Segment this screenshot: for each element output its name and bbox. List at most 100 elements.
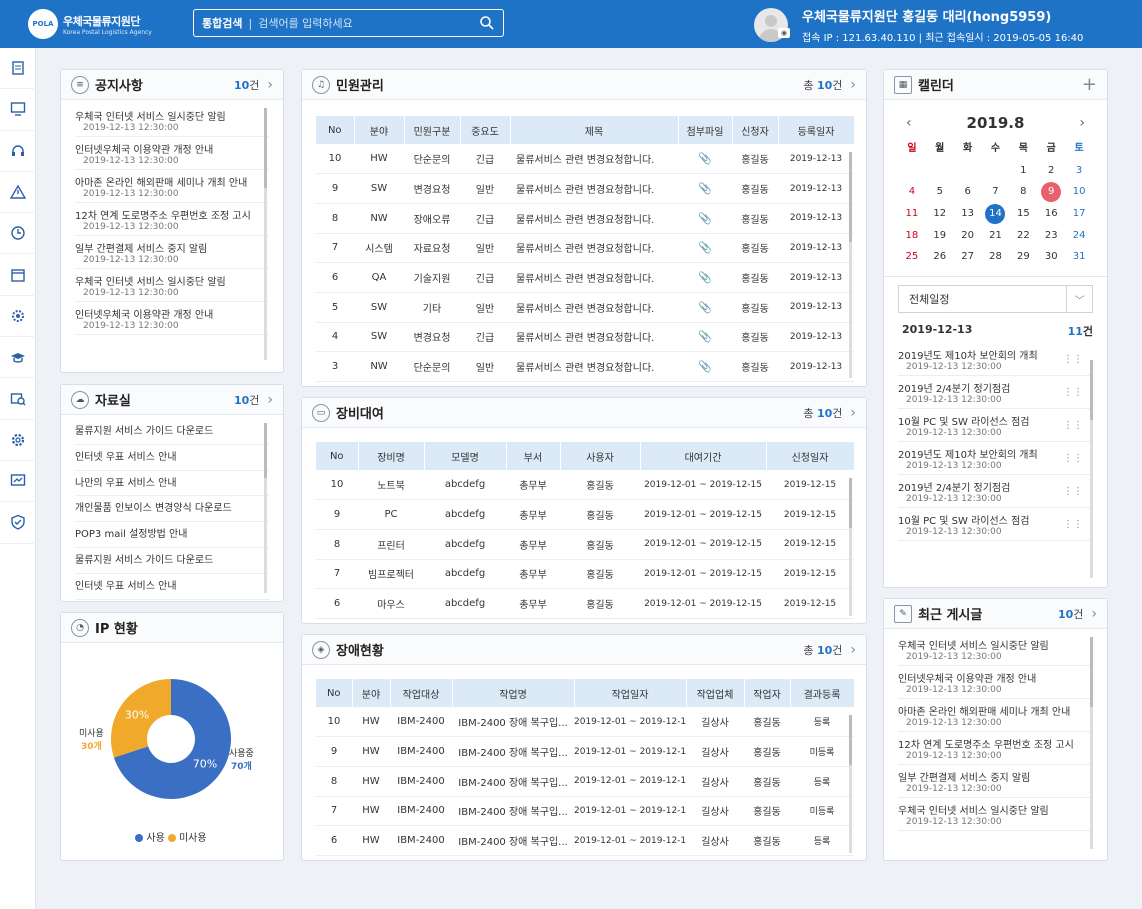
headset-icon[interactable] bbox=[0, 131, 36, 172]
library-item[interactable]: 인터넷 우표 서비스 안내 bbox=[75, 445, 269, 471]
clock-icon[interactable] bbox=[0, 213, 36, 255]
notice-item[interactable]: 우체국 인터넷 서비스 일시중단 알림 2019-12-13 12:30:00 bbox=[75, 104, 269, 137]
scrollbar[interactable] bbox=[849, 478, 852, 616]
column-header[interactable]: 대여기간 bbox=[640, 442, 767, 470]
table-row[interactable]: 7 시스템 자료요청 일반 물류서비스 관련 변경요청합니다. 📎 홍길동 2019-12-1… bbox=[316, 233, 854, 264]
notice-item[interactable]: 12차 연계 도로명주소 우편번호 조정 고시 2019-12-13 12:30:… bbox=[75, 203, 269, 236]
schedule-item[interactable]: 10월 PC 및 SW 라이선스 점검 2019-12-13 12:30:00 ⋮⋮ bbox=[898, 508, 1093, 542]
chevron-right-icon[interactable]: › bbox=[850, 642, 856, 658]
attachment-cell[interactable]: 📎 bbox=[678, 322, 732, 353]
attachment-cell[interactable]: 📎 bbox=[678, 262, 732, 293]
search-bar[interactable]: 통합검색 | 검색어를 입력하세요 bbox=[193, 9, 504, 37]
prev-month-button[interactable]: ‹ bbox=[906, 115, 912, 131]
table-row[interactable]: 6 마우스 abcdefg 총무부 홍길동 2019-12-01 ~ 2019-12-15… bbox=[316, 588, 854, 619]
column-header[interactable]: No bbox=[316, 442, 359, 470]
library-item[interactable]: 개인물품 인보이스 변경양식 다운로드 bbox=[75, 496, 269, 523]
column-header[interactable]: 민원구분 bbox=[404, 116, 461, 144]
calendar-day[interactable]: 18 bbox=[898, 225, 926, 247]
calendar-day[interactable]: 20 bbox=[954, 225, 982, 247]
scrollbar[interactable] bbox=[849, 715, 852, 853]
column-header[interactable]: 분야 bbox=[354, 116, 405, 144]
calendar-day[interactable]: 9 bbox=[1037, 181, 1065, 203]
notice-item[interactable]: 아마존 온라인 해외판매 세미나 개최 안내 2019-12-13 12:30:0… bbox=[75, 170, 269, 203]
paperclip-icon[interactable]: 📎 bbox=[698, 212, 712, 225]
chevron-right-icon[interactable]: › bbox=[850, 405, 856, 421]
notice-item[interactable]: 일부 간편결제 서비스 중지 알림 2019-12-13 12:30:00 bbox=[75, 236, 269, 269]
attachment-cell[interactable]: 📎 bbox=[678, 173, 732, 204]
calendar-day[interactable]: 16 bbox=[1037, 203, 1065, 225]
calendar-day[interactable]: 14 bbox=[982, 203, 1010, 225]
column-header[interactable]: 작업일자 bbox=[574, 679, 687, 707]
recent-post-item[interactable]: 아마존 온라인 해외판매 세미나 개최 안내 2019-12-13 12:30:0… bbox=[898, 699, 1093, 732]
table-row[interactable]: 9 PC abcdefg 총무부 홍길동 2019-12-01 ~ 2019-12-15 2… bbox=[316, 499, 854, 530]
recent-post-item[interactable]: 우체국 인터넷 서비스 일시중단 알림 2019-12-13 12:30:00 bbox=[898, 633, 1093, 666]
gear-network-icon[interactable] bbox=[0, 296, 36, 338]
chevron-right-icon[interactable]: › bbox=[267, 77, 273, 93]
table-row[interactable]: 3 NW 단순문의 일반 물류서비스 관련 변경요청합니다. 📎 홍길동 2019-12-13 bbox=[316, 351, 854, 382]
recent-post-item[interactable]: 우체국 인터넷 서비스 일시중단 알림 2019-12-13 12:30:00 bbox=[898, 798, 1093, 831]
table-row[interactable]: 10 HW IBM-2400 IBM-2400 장애 복구입... 2019-12-01… bbox=[316, 707, 854, 738]
calendar-day[interactable]: 2 bbox=[1037, 160, 1065, 182]
calendar-day[interactable]: 21 bbox=[982, 225, 1010, 247]
column-header[interactable]: 작업업체 bbox=[686, 679, 745, 707]
drag-handle-icon[interactable]: ⋮⋮ bbox=[1063, 519, 1083, 530]
calendar-day[interactable]: 7 bbox=[982, 181, 1010, 203]
drag-handle-icon[interactable]: ⋮⋮ bbox=[1063, 354, 1083, 365]
library-item[interactable]: 나만의 우표 서비스 안내 bbox=[75, 471, 269, 497]
library-item[interactable]: 물류지원 서비스 가이드 다운로드 bbox=[75, 419, 269, 445]
recent-post-item[interactable]: 일부 간편결제 서비스 중지 알림 2019-12-13 12:30:00 bbox=[898, 765, 1093, 798]
search-input[interactable]: 검색어를 입력하세요 bbox=[258, 15, 479, 31]
calendar-day[interactable]: 11 bbox=[898, 203, 926, 225]
library-item[interactable]: POP3 mail 설정방법 안내 bbox=[75, 522, 269, 548]
calendar-day[interactable]: 28 bbox=[982, 246, 1010, 268]
table-row[interactable]: 6 QA 기술지원 긴급 물류서비스 관련 변경요청합니다. 📎 홍길동 2019-12-13 bbox=[316, 262, 854, 293]
notice-item[interactable]: 인터넷우체국 이용약관 개정 안내 2019-12-13 12:30:00 bbox=[75, 137, 269, 170]
calendar-day[interactable]: 12 bbox=[926, 203, 954, 225]
table-row[interactable]: 6 HW IBM-2400 IBM-2400 장애 복구입... 2019-12-01 … bbox=[316, 825, 854, 856]
scrollbar[interactable] bbox=[1090, 360, 1093, 578]
paperclip-icon[interactable]: 📎 bbox=[698, 271, 712, 284]
calendar-day[interactable]: 30 bbox=[1037, 246, 1065, 268]
calendar-day[interactable]: 26 bbox=[926, 246, 954, 268]
table-row[interactable]: 7 빔프로젝터 abcdefg 총무부 홍길동 2019-12-01 ~ 2019-12-… bbox=[316, 559, 854, 590]
table-row[interactable]: 10 노트북 abcdefg 총무부 홍길동 2019-12-01 ~ 2019-12-1… bbox=[316, 470, 854, 501]
column-header[interactable]: No bbox=[316, 116, 355, 144]
recent-post-item[interactable]: 12차 연계 도로명주소 우편번호 조정 고시 2019-12-13 12:30:… bbox=[898, 732, 1093, 765]
notice-item[interactable]: 인터넷우체국 이용약관 개정 안내 2019-12-13 12:30:00 bbox=[75, 302, 269, 335]
chevron-right-icon[interactable]: › bbox=[267, 392, 273, 408]
column-header[interactable]: 중요도 bbox=[460, 116, 511, 144]
attachment-cell[interactable]: 📎 bbox=[678, 292, 732, 323]
next-month-button[interactable]: › bbox=[1079, 115, 1085, 131]
monitor-grid-icon[interactable] bbox=[0, 89, 36, 131]
schedule-item[interactable]: 2019년 2/4분기 정기점검 2019-12-13 12:30:00 ⋮⋮ bbox=[898, 376, 1093, 410]
schedule-item[interactable]: 2019년 2/4분기 정기점검 2019-12-13 12:30:00 ⋮⋮ bbox=[898, 475, 1093, 509]
attachment-cell[interactable]: 📎 bbox=[678, 144, 732, 175]
table-row[interactable]: 9 HW IBM-2400 IBM-2400 장애 복구입... 2019-12-01 … bbox=[316, 736, 854, 767]
attachment-cell[interactable]: 📎 bbox=[678, 233, 732, 264]
attachment-cell[interactable]: 📎 bbox=[678, 203, 732, 234]
table-row[interactable]: 9 SW 변경요청 일반 물류서비스 관련 변경요청합니다. 📎 홍길동 2019-12-13 bbox=[316, 173, 854, 204]
column-header[interactable]: 모델명 bbox=[424, 442, 507, 470]
schedule-item[interactable]: 2019년도 제10차 보안회의 개최 2019-12-13 12:30:00 ⋮⋮ bbox=[898, 442, 1093, 476]
calendar-day[interactable]: 13 bbox=[954, 203, 982, 225]
paperclip-icon[interactable]: 📎 bbox=[698, 360, 712, 373]
paperclip-icon[interactable]: 📎 bbox=[698, 301, 712, 314]
paperclip-icon[interactable]: 📎 bbox=[698, 152, 712, 165]
table-row[interactable]: 8 프린터 abcdefg 총무부 홍길동 2019-12-01 ~ 2019-12-15… bbox=[316, 529, 854, 560]
drag-handle-icon[interactable]: ⋮⋮ bbox=[1063, 486, 1083, 497]
column-header[interactable]: 첨부파일 bbox=[678, 116, 733, 144]
warning-icon[interactable] bbox=[0, 172, 36, 214]
calendar-day[interactable]: 19 bbox=[926, 225, 954, 247]
scrollbar[interactable] bbox=[264, 108, 267, 360]
recent-post-item[interactable]: 인터넷우체국 이용약관 개정 안내 2019-12-13 12:30:00 bbox=[898, 666, 1093, 699]
chevron-right-icon[interactable]: › bbox=[850, 77, 856, 93]
document-icon[interactable] bbox=[0, 48, 36, 90]
column-header[interactable]: 결과등록 bbox=[790, 679, 855, 707]
schedule-item[interactable]: 2019년도 제10차 보안회의 개최 2019-12-13 12:30:00 ⋮⋮ bbox=[898, 343, 1093, 377]
camera-icon[interactable]: ◉ bbox=[778, 28, 790, 38]
column-header[interactable]: 제목 bbox=[510, 116, 679, 144]
column-header[interactable]: 사용자 bbox=[560, 442, 641, 470]
scrollbar[interactable] bbox=[264, 423, 267, 593]
column-header[interactable]: 부서 bbox=[506, 442, 561, 470]
calendar-day[interactable]: 25 bbox=[898, 246, 926, 268]
